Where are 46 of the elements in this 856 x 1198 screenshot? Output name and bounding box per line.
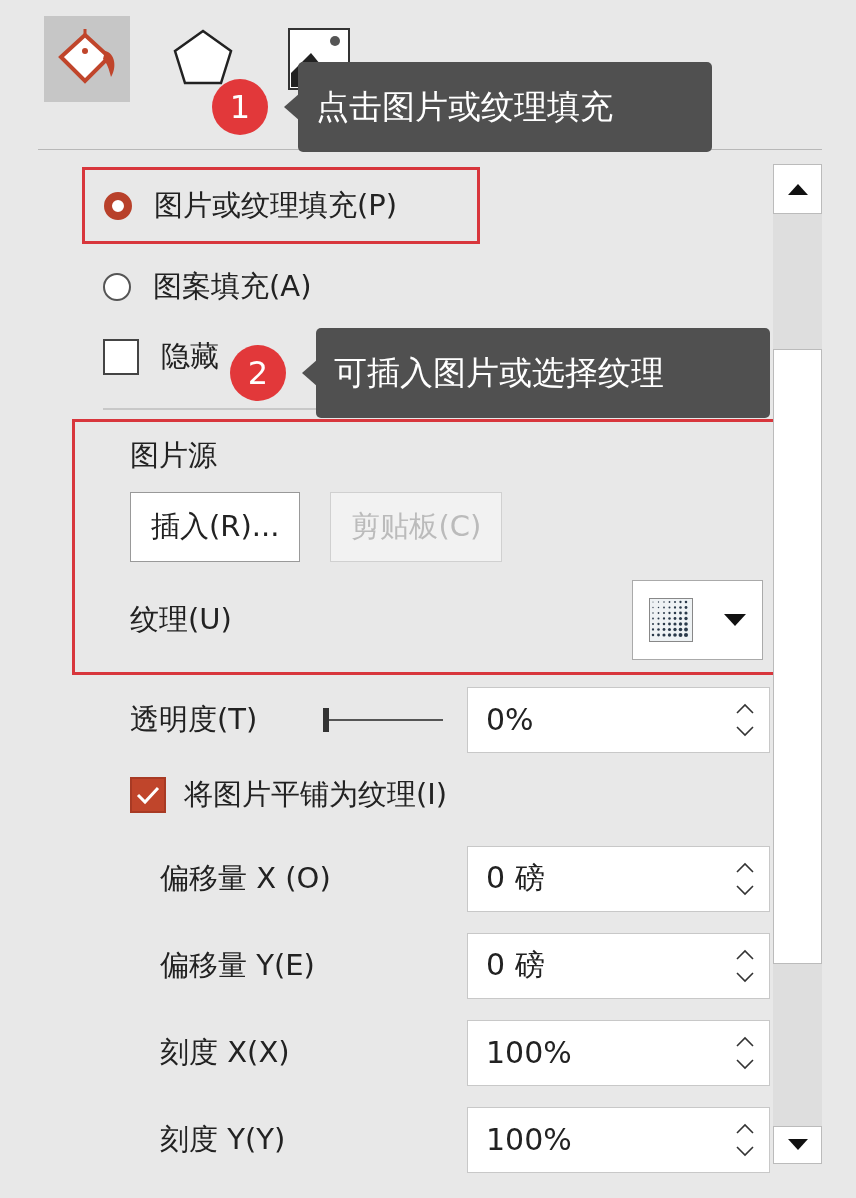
scrollbar[interactable] <box>773 164 822 1164</box>
radio-button[interactable] <box>103 273 131 301</box>
spin-field[interactable]: 100% <box>467 1106 770 1173</box>
field-label: 刻度 X(X) <box>160 1033 291 1071</box>
up-chevron-icon[interactable] <box>735 948 755 960</box>
option-label: 图片或纹理填充(P) <box>154 186 398 224</box>
spin-field[interactable]: 0 磅 <box>467 932 770 999</box>
up-chevron-icon[interactable] <box>735 861 755 873</box>
checkbox[interactable] <box>103 339 139 375</box>
step-badge: 2 <box>230 345 286 401</box>
down-arrow-icon <box>787 1139 808 1151</box>
texture-dropdown[interactable] <box>632 579 763 660</box>
spin-field[interactable]: 0 磅 <box>467 845 770 912</box>
check-icon <box>135 784 161 805</box>
option-label: 将图片平铺为纹理(I) <box>184 775 448 813</box>
up-chevron-icon[interactable] <box>735 1035 755 1047</box>
slider-thumb[interactable] <box>323 707 329 732</box>
up-chevron-icon[interactable] <box>735 702 755 714</box>
transparency-label: 透明度(T) <box>130 700 259 738</box>
spin-field[interactable]: 0% <box>467 686 770 753</box>
caret-icon <box>724 613 747 626</box>
section-title: 图片源 <box>130 436 218 474</box>
down-chevron-icon[interactable] <box>735 725 755 737</box>
spin-field[interactable]: 100% <box>467 1019 770 1086</box>
down-chevron-icon[interactable] <box>735 971 755 983</box>
field-label: 偏移量 Y(E) <box>160 946 316 984</box>
up-arrow-icon <box>787 183 808 195</box>
scroll-down-button[interactable] <box>773 1126 822 1164</box>
texture-swatch-icon <box>648 597 693 642</box>
down-chevron-icon[interactable] <box>735 1058 755 1070</box>
down-chevron-icon[interactable] <box>735 884 755 896</box>
step-badge: 1 <box>212 79 268 135</box>
callout-text: 可插入图片或选择纹理 <box>334 351 664 394</box>
down-chevron-icon[interactable] <box>735 1145 755 1157</box>
texture-label: 纹理(U) <box>130 600 232 638</box>
checkbox[interactable] <box>130 776 166 813</box>
option-label: 图案填充(A) <box>153 268 312 305</box>
scroll-thumb[interactable] <box>773 349 822 964</box>
up-chevron-icon[interactable] <box>735 1122 755 1134</box>
option-label: 隐藏 <box>161 338 219 375</box>
callout-text: 点击图片或纹理填充 <box>316 85 613 128</box>
scroll-up-button[interactable] <box>773 164 822 214</box>
field-label: 刻度 Y(Y) <box>160 1120 287 1158</box>
radio-button[interactable] <box>104 191 132 220</box>
button[interactable]: 插入(R)... <box>130 491 301 562</box>
field-label: 偏移量 X (O) <box>160 859 332 897</box>
